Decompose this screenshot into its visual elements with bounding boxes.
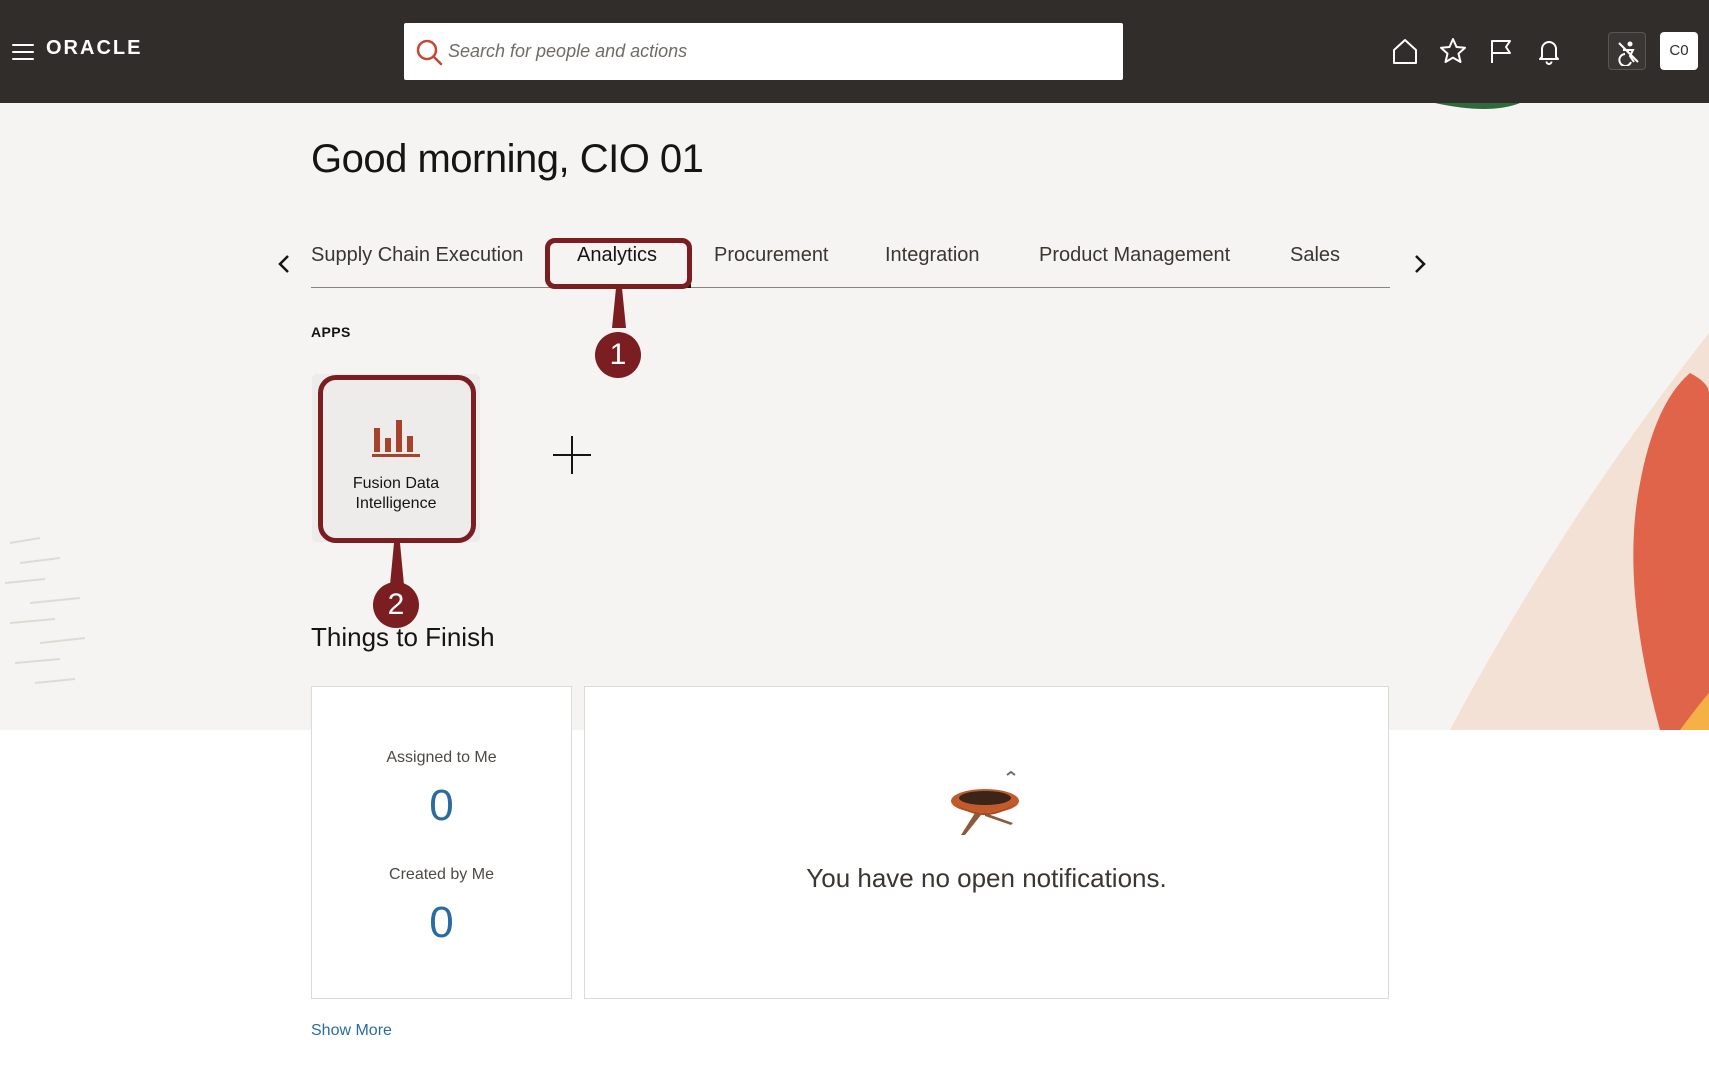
global-search xyxy=(404,23,1123,80)
task-summary-card: Assigned to Me 0 Created by Me 0 xyxy=(311,686,572,999)
tab-integration[interactable]: Integration xyxy=(885,244,980,267)
callout-highlight-app-tile xyxy=(318,375,476,543)
tabs-scroll-left-icon[interactable] xyxy=(274,252,294,276)
show-more-link[interactable]: Show More xyxy=(311,1022,392,1040)
user-avatar[interactable]: C0 xyxy=(1660,32,1698,70)
flag-icon[interactable] xyxy=(1486,36,1516,66)
oracle-logo[interactable]: ORACLE xyxy=(46,37,142,60)
decorative-leaves xyxy=(4,103,1709,730)
apps-section-label: APPS xyxy=(311,324,351,340)
search-icon[interactable] xyxy=(414,37,444,67)
hero-background xyxy=(0,103,1709,730)
callout-pointer xyxy=(612,288,626,328)
navigator-menu-icon[interactable] xyxy=(12,44,34,60)
created-by-me-label: Created by Me xyxy=(389,866,494,883)
global-header: ORACLE C0 xyxy=(0,0,1709,103)
things-to-finish-title: Things to Finish xyxy=(311,622,495,652)
callout-number-1: 1 xyxy=(595,332,641,378)
accessibility-icon xyxy=(1618,41,1639,66)
notifications-card: You have no open notifications. xyxy=(584,686,1389,999)
callout-pointer xyxy=(390,543,404,585)
empty-nest-icon xyxy=(951,770,1019,835)
home-icon[interactable] xyxy=(1390,36,1420,66)
assigned-to-me-count[interactable]: 0 xyxy=(312,781,571,831)
callout-highlight-analytics xyxy=(545,238,692,289)
accessibility-button[interactable] xyxy=(1608,32,1646,70)
tabs-divider xyxy=(311,287,1390,288)
tab-procurement[interactable]: Procurement xyxy=(714,244,829,267)
no-notifications-message: You have no open notifications. xyxy=(806,863,1167,893)
tab-sales[interactable]: Sales xyxy=(1290,244,1340,267)
assigned-to-me-label: Assigned to Me xyxy=(386,749,497,766)
search-input[interactable] xyxy=(448,23,1108,80)
tab-product-management[interactable]: Product Management xyxy=(1039,244,1230,267)
add-app-icon[interactable] xyxy=(552,435,592,475)
tabs-scroll-right-icon[interactable] xyxy=(1410,252,1430,276)
created-by-me-count[interactable]: 0 xyxy=(312,898,571,948)
notifications-bell-icon[interactable] xyxy=(1534,36,1564,66)
page-greeting: Good morning, CIO 01 xyxy=(311,137,704,181)
favorites-star-icon[interactable] xyxy=(1438,36,1468,66)
tab-supply-chain-execution[interactable]: Supply Chain Execution xyxy=(311,244,523,267)
